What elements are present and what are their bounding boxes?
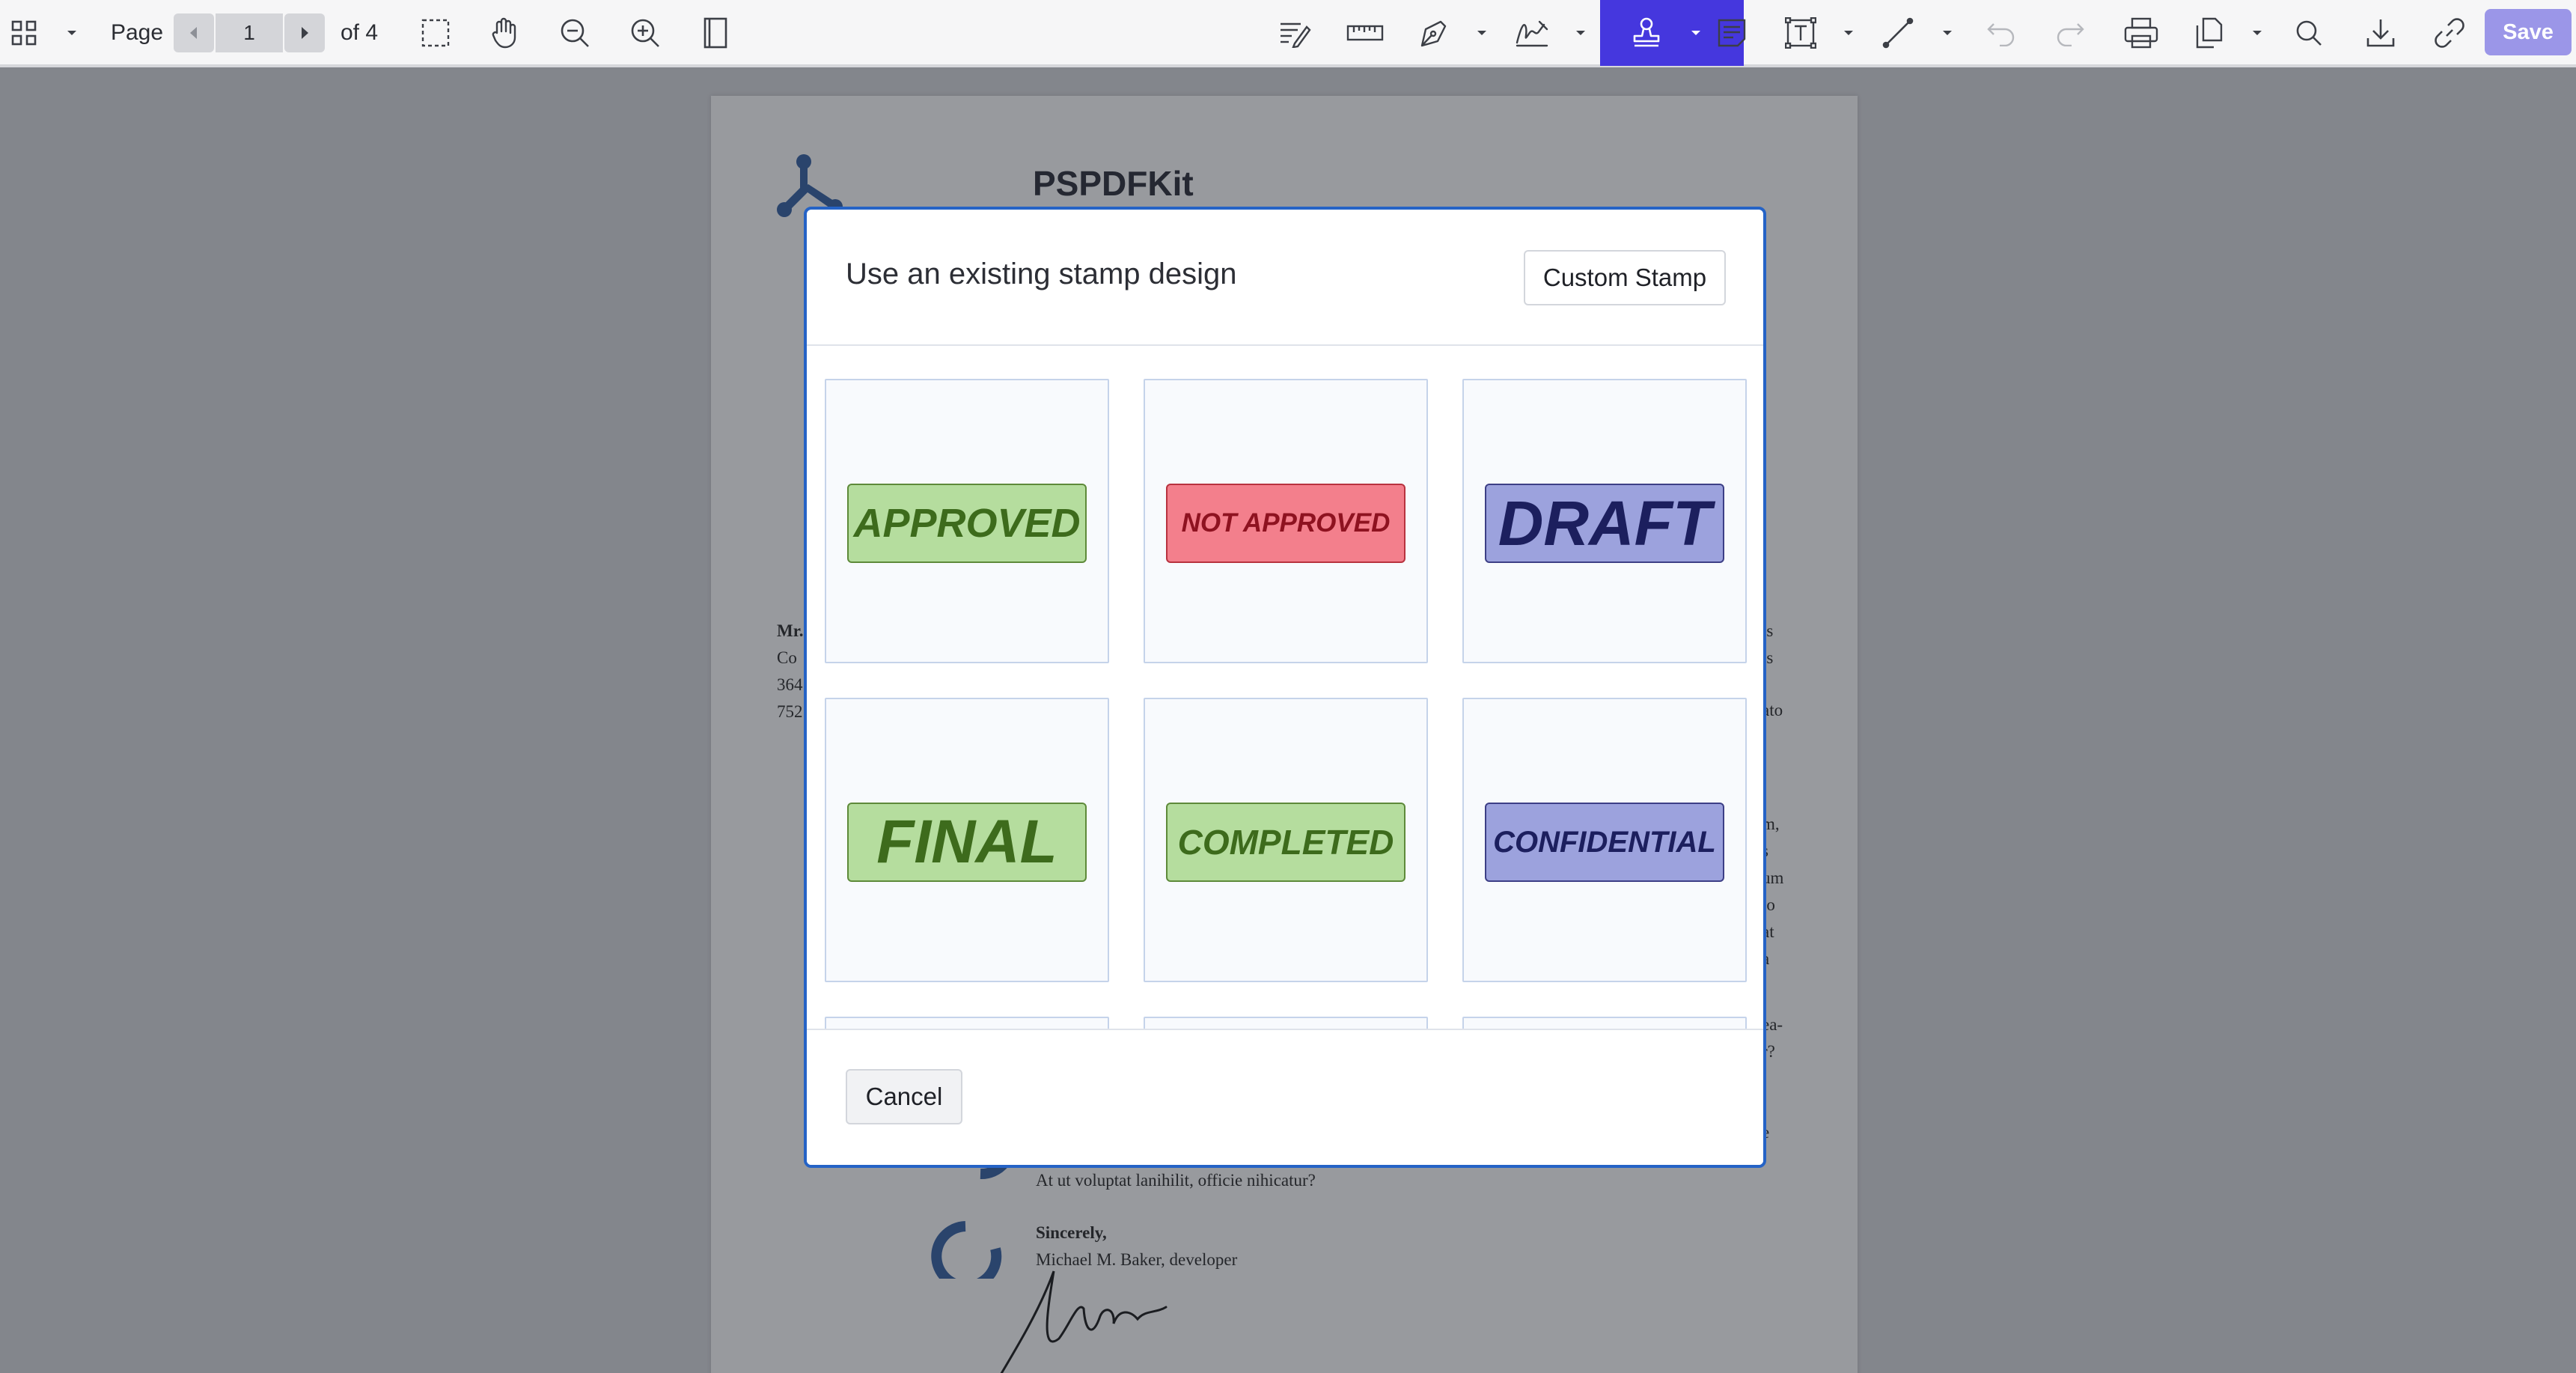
- line-caret-icon[interactable]: [1938, 0, 1956, 66]
- pdf-viewer-app: Page of 4: [0, 0, 2576, 1373]
- stamp-option-approved[interactable]: APPROVED: [825, 379, 1109, 663]
- pan-hand-icon[interactable]: [486, 0, 522, 66]
- stamp-caret-icon[interactable]: [1678, 0, 1714, 66]
- stamp-grid[interactable]: APPROVED NOT APPROVED DRAFT FINAL COMPLE…: [807, 347, 1763, 1033]
- annotate-icon[interactable]: [1277, 0, 1313, 66]
- page-number-input[interactable]: [216, 13, 283, 52]
- stamp-icon[interactable]: [1629, 0, 1664, 66]
- caret-down-icon[interactable]: [63, 0, 81, 66]
- main-toolbar: Page of 4: [0, 0, 2576, 66]
- save-button[interactable]: Save: [2485, 9, 2572, 55]
- download-icon[interactable]: [2363, 0, 2398, 66]
- link-icon[interactable]: [2432, 0, 2467, 66]
- stamp-label: DRAFT: [1485, 484, 1724, 563]
- stamp-label: NOT APPROVED: [1166, 484, 1405, 563]
- stamp-option-not-approved[interactable]: NOT APPROVED: [1144, 379, 1428, 663]
- dialog-footer: Cancel: [807, 1029, 1763, 1165]
- ink-caret-icon[interactable]: [1473, 0, 1491, 66]
- dialog-header: Use an existing stamp design Custom Stam…: [807, 210, 1763, 346]
- document-editor-icon[interactable]: [2191, 0, 2227, 66]
- stamp-option-confidential[interactable]: CONFIDENTIAL: [1462, 698, 1747, 982]
- page-label: Page: [110, 20, 164, 45]
- signature-icon[interactable]: [1513, 0, 1551, 66]
- text-box-icon[interactable]: [1783, 0, 1819, 66]
- custom-stamp-button[interactable]: Custom Stamp: [1524, 250, 1726, 305]
- stamp-option-draft[interactable]: DRAFT: [1462, 379, 1747, 663]
- stamp-option-completed[interactable]: COMPLETED: [1144, 698, 1428, 982]
- zoom-out-icon[interactable]: [557, 0, 593, 66]
- stamp-label: FINAL: [847, 803, 1087, 882]
- stamp-label: APPROVED: [847, 484, 1087, 563]
- text-box-caret-icon[interactable]: [1840, 0, 1858, 66]
- stamp-label: CONFIDENTIAL: [1485, 803, 1724, 882]
- stamp-picker-dialog: Use an existing stamp design Custom Stam…: [804, 207, 1766, 1168]
- prev-page-icon[interactable]: [174, 13, 214, 52]
- signature-caret-icon[interactable]: [1572, 0, 1590, 66]
- line-icon[interactable]: [1880, 0, 1916, 66]
- stamp-option-final[interactable]: FINAL: [825, 698, 1109, 982]
- next-page-icon[interactable]: [284, 13, 325, 52]
- undo-icon[interactable]: [1985, 0, 2018, 66]
- zoom-in-icon[interactable]: [627, 0, 663, 66]
- stamp-label: COMPLETED: [1166, 803, 1405, 882]
- note-icon[interactable]: [1714, 0, 1750, 66]
- page-layout-icon[interactable]: [701, 0, 730, 66]
- marquee-select-icon[interactable]: [419, 0, 452, 66]
- cancel-button[interactable]: Cancel: [846, 1069, 962, 1124]
- redo-icon[interactable]: [2054, 0, 2087, 66]
- page-total: of 4: [340, 20, 379, 45]
- sidebar-grid-icon[interactable]: [9, 0, 39, 66]
- search-icon[interactable]: [2293, 0, 2325, 66]
- ink-pen-icon[interactable]: [1416, 0, 1452, 66]
- document-editor-caret-icon[interactable]: [2248, 0, 2266, 66]
- measure-icon[interactable]: [1346, 0, 1385, 66]
- dialog-title: Use an existing stamp design: [846, 258, 1237, 290]
- print-icon[interactable]: [2122, 0, 2160, 66]
